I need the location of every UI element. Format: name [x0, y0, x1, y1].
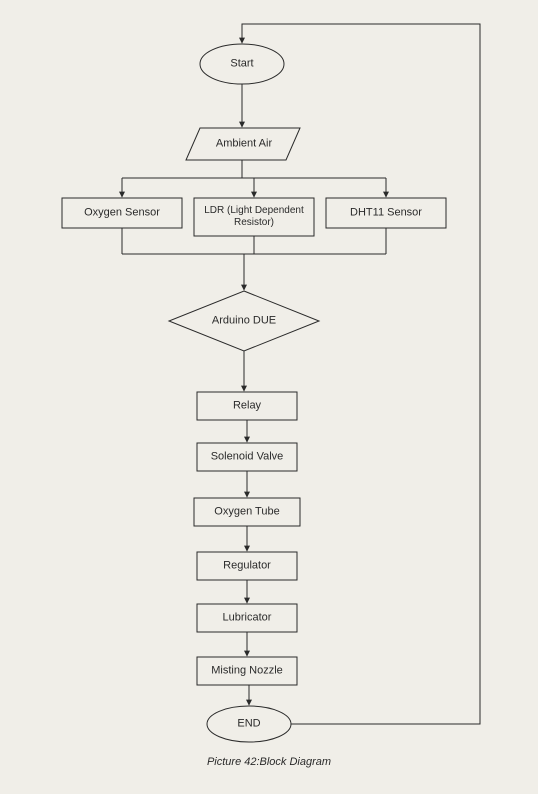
- relay-label: Relay: [233, 399, 261, 412]
- regulator-label: Regulator: [223, 559, 271, 572]
- solenoid-label: Solenoid Valve: [211, 450, 284, 463]
- oxygen-sensor-label: Oxygen Sensor: [84, 206, 160, 219]
- oxygen-tube-label: Oxygen Tube: [214, 505, 279, 518]
- dht11-label: DHT11 Sensor: [350, 206, 422, 219]
- ambient-air-label: Ambient Air: [216, 137, 272, 150]
- end-label: END: [237, 717, 260, 730]
- edge-end-loop: [242, 24, 480, 724]
- start-label: Start: [230, 57, 253, 70]
- ldr-label: LDR (Light Dependent Resistor): [204, 205, 304, 229]
- figure-caption: Picture 42:Block Diagram: [207, 756, 331, 768]
- lubricator-label: Lubricator: [223, 611, 272, 624]
- flowchart-page: Start Ambient Air Oxygen Sensor LDR (Lig…: [0, 0, 538, 794]
- arduino-label: Arduino DUE: [212, 314, 276, 327]
- misting-label: Misting Nozzle: [211, 664, 283, 677]
